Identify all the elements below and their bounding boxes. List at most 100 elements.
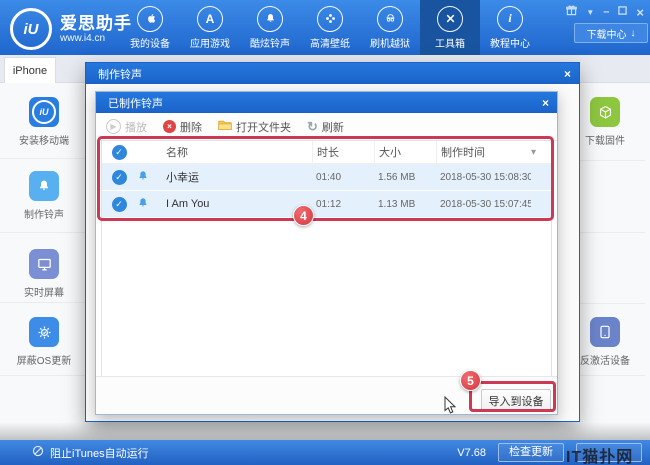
check-icon: ✓ (112, 170, 127, 185)
appstore-icon: A (197, 6, 223, 32)
nav-label: 我的设备 (130, 35, 170, 50)
top-bar: iU 爱思助手 www.i4.cn 我的设备 A 应用游戏 酷炫铃声 (0, 0, 650, 55)
annotation-step-4-badge: 4 (293, 205, 314, 226)
download-icon: ↓ (631, 28, 636, 39)
nav-jailbreak[interactable]: 刷机越狱 (360, 0, 420, 55)
open-folder-button[interactable]: 打开文件夹 (218, 119, 291, 135)
nav-wallpapers[interactable]: 高清壁纸 (300, 0, 360, 55)
delete-button[interactable]: × 删除 (163, 119, 202, 135)
sidebar-item-install-mobile[interactable]: iU 安装移动端 (0, 97, 88, 147)
tab-iphone[interactable]: iPhone (4, 57, 56, 83)
device-icon (590, 317, 620, 347)
maximize-icon[interactable] (618, 6, 627, 18)
sidebar-item-label: 制作铃声 (24, 206, 64, 221)
flower-icon (317, 6, 343, 32)
i4-logo-icon: iU (10, 8, 52, 50)
nav-my-device[interactable]: 我的设备 (120, 0, 180, 55)
nav-ringtones[interactable]: 酷炫铃声 (240, 0, 300, 55)
dialog-title-bar: 已制作铃声 × (96, 92, 557, 113)
sidebar-item-make-ringtone[interactable]: 制作铃声 (0, 171, 88, 221)
list-header-row[interactable]: ✓ 名称 时长 大小 制作时间 ▾ (102, 141, 551, 164)
gear-update-icon (29, 317, 59, 347)
mouse-cursor (444, 396, 457, 420)
dialog-made-ringtones: 已制作铃声 × ▶ 播放 × 删除 打开文件夹 ↻ 刷新 (95, 91, 558, 415)
skin-icon[interactable]: ▼ (586, 7, 594, 18)
column-duration[interactable]: 时长 (312, 141, 374, 163)
ringtone-created: 2018-05-30 15:07:45 (436, 199, 531, 210)
nav-label: 应用游戏 (190, 35, 230, 50)
i4-app-icon: iU (29, 97, 59, 127)
jailbreak-mask-icon (377, 6, 403, 32)
toolbox-icon (437, 6, 463, 32)
sidebar-item-label: 反激活设备 (580, 352, 630, 367)
nav-toolbox[interactable]: 工具箱 (420, 0, 480, 55)
prohibit-icon (32, 445, 44, 460)
play-icon: ▶ (106, 119, 121, 134)
open-folder-label: 打开文件夹 (236, 119, 291, 135)
nav-apps-games[interactable]: A 应用游戏 (180, 0, 240, 55)
main-nav: 我的设备 A 应用游戏 酷炫铃声 高清壁纸 (120, 0, 540, 55)
firmware-cube-icon (590, 97, 620, 127)
refresh-label: 刷新 (322, 119, 344, 135)
refresh-button[interactable]: ↻ 刷新 (307, 119, 344, 135)
app-window: iU 爱思助手 www.i4.cn 我的设备 A 应用游戏 酷炫铃声 (0, 0, 650, 465)
window-controls: ▼ – × (566, 5, 644, 19)
ringtone-bell-icon (136, 169, 162, 186)
column-name[interactable]: 名称 (162, 144, 312, 160)
select-all-checkbox[interactable]: ✓ (102, 145, 136, 160)
monitor-icon (29, 249, 59, 279)
apple-icon (137, 6, 163, 32)
ringtone-size: 1.13 MB (374, 199, 436, 210)
sidebar-item-live-screen[interactable]: 实时屏幕 (0, 249, 88, 299)
ringtone-duration: 01:40 (312, 172, 374, 183)
ringtone-bell-icon (29, 171, 59, 201)
dialog-title: 制作铃声 (98, 66, 142, 82)
statusbar-right: V7.68 检查更新 (457, 443, 642, 462)
refresh-icon: ↻ (307, 119, 318, 135)
ringtone-created: 2018-05-30 15:08:30 (436, 172, 531, 183)
dialog-title: 已制作铃声 (108, 95, 163, 111)
download-center-button[interactable]: 下载中心 ↓ (574, 23, 648, 43)
minimize-icon[interactable]: – (603, 7, 609, 18)
status-bar: 阻止iTunes自动运行 V7.68 检查更新 (0, 440, 650, 465)
table-row[interactable]: ✓ 小幸运 01:40 1.56 MB 2018-05-30 15:08:30 (102, 164, 551, 191)
sidebar-item-label: 屏蔽OS更新 (17, 352, 71, 367)
ringtone-name: 小幸运 (162, 169, 312, 185)
close-icon[interactable]: × (542, 96, 549, 110)
sidebar-item-block-os-update[interactable]: 屏蔽OS更新 (0, 317, 88, 367)
block-itunes-toggle[interactable]: 阻止iTunes自动运行 (32, 445, 149, 461)
delete-icon: × (163, 120, 176, 133)
window-bottom-shadow (0, 422, 650, 440)
row-checkbox[interactable]: ✓ (102, 170, 136, 185)
annotation-step-5-badge: 5 (460, 370, 481, 391)
nav-label: 高清壁纸 (310, 35, 350, 50)
statusbar-extra-button[interactable] (576, 443, 642, 462)
sidebar-item-label: 实时屏幕 (24, 284, 64, 299)
column-created[interactable]: 制作时间 (436, 141, 531, 163)
nav-label: 酷炫铃声 (250, 35, 290, 50)
close-icon[interactable]: × (636, 7, 644, 18)
download-center-label: 下载中心 (587, 26, 627, 41)
ringtone-duration: 01:12 (312, 199, 374, 210)
nav-label: 刷机越狱 (370, 35, 410, 50)
close-icon[interactable]: × (564, 67, 571, 81)
column-size[interactable]: 大小 (374, 141, 436, 163)
nav-label: 教程中心 (490, 35, 530, 50)
ringtone-toolbar: ▶ 播放 × 删除 打开文件夹 ↻ 刷新 (96, 113, 557, 141)
sidebar-item-label: 下载固件 (585, 132, 625, 147)
play-label: 播放 (125, 119, 147, 135)
check-update-button[interactable]: 检查更新 (498, 443, 564, 462)
nav-tutorials[interactable]: i 教程中心 (480, 0, 540, 55)
ringtone-list: ✓ 名称 时长 大小 制作时间 ▾ ✓ 小幸运 01:40 1.56 MB (101, 140, 552, 378)
nav-label: 工具箱 (435, 35, 465, 50)
gift-icon[interactable] (566, 5, 577, 19)
bell-icon (257, 6, 283, 32)
version-label: V7.68 (457, 447, 486, 459)
app-logo: iU 爱思助手 www.i4.cn (10, 8, 132, 50)
import-to-device-button[interactable]: 导入到设备 (481, 389, 551, 412)
table-row[interactable]: ✓ I Am You 01:12 1.13 MB 2018-05-30 15:0… (102, 191, 551, 218)
row-checkbox[interactable]: ✓ (102, 197, 136, 212)
play-button[interactable]: ▶ 播放 (106, 119, 147, 135)
chevron-down-icon[interactable]: ▾ (531, 147, 551, 158)
info-icon: i (497, 6, 523, 32)
